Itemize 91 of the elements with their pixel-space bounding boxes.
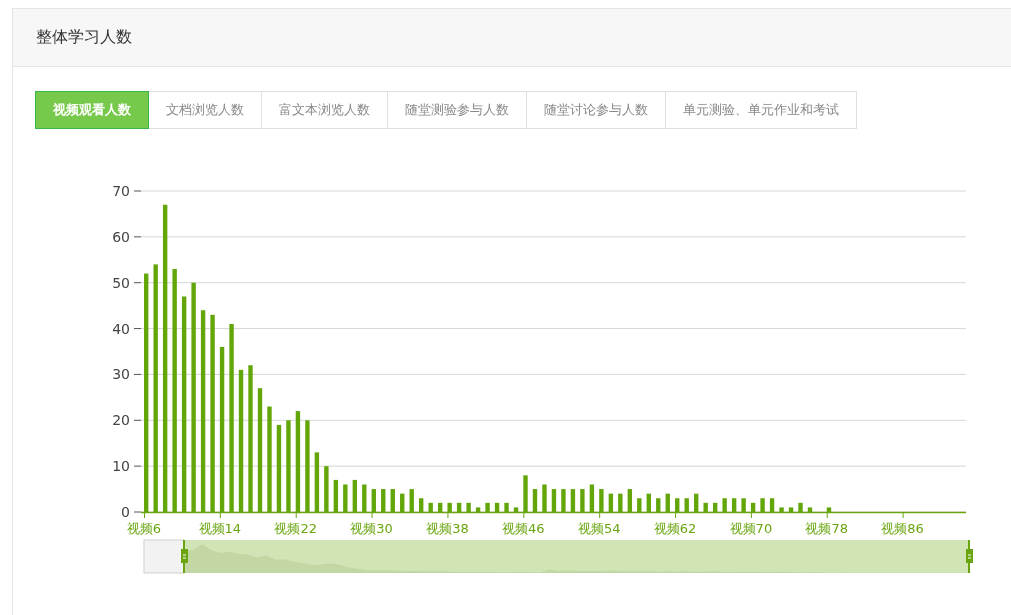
bar <box>513 507 519 512</box>
panel-title: 整体学习人数 <box>36 27 132 48</box>
bar <box>807 507 813 512</box>
bar <box>589 484 595 512</box>
bar <box>712 502 718 512</box>
y-axis-label: 40 <box>112 320 130 337</box>
bar <box>694 493 699 512</box>
tab[interactable]: 富文本浏览人数 <box>262 91 388 129</box>
tab[interactable]: 随堂讨论参与人数 <box>527 91 666 129</box>
bar <box>580 489 585 512</box>
bar <box>722 498 727 512</box>
bar <box>570 489 576 512</box>
x-axis-label: 视频22 <box>274 521 317 536</box>
x-axis-label: 视频6 <box>126 521 162 536</box>
y-tick <box>133 328 142 330</box>
bar <box>741 498 746 512</box>
bar <box>532 489 538 512</box>
bar <box>779 507 784 512</box>
tab[interactable]: 文档浏览人数 <box>149 91 262 129</box>
bar <box>343 484 348 512</box>
y-tick <box>133 465 142 467</box>
bar <box>494 502 500 512</box>
x-axis-label: 视频78 <box>805 521 849 536</box>
bar <box>352 479 357 512</box>
y-tick <box>133 373 142 375</box>
bar <box>447 502 452 512</box>
bar <box>504 502 509 512</box>
bar <box>324 466 329 512</box>
bar <box>665 493 670 512</box>
bar <box>400 493 405 512</box>
bar <box>750 502 756 512</box>
bar <box>608 493 614 512</box>
y-axis-label: 60 <box>112 228 130 245</box>
tab[interactable]: 视频观看人数 <box>35 91 149 129</box>
bar <box>731 498 737 512</box>
y-tick <box>133 190 142 192</box>
bar <box>314 452 320 512</box>
bar <box>542 484 547 512</box>
bar <box>485 502 490 512</box>
tab[interactable]: 随堂测验参与人数 <box>388 91 527 129</box>
bar <box>333 479 339 512</box>
x-axis-label: 视频30 <box>350 521 393 536</box>
x-axis-label: 视频38 <box>426 521 469 536</box>
bar <box>703 502 708 512</box>
x-axis-label: 视频54 <box>577 521 621 536</box>
zoom-handle[interactable] <box>181 539 188 574</box>
y-tick <box>133 511 142 513</box>
y-axis-label: 70 <box>112 183 130 199</box>
bar <box>788 507 794 512</box>
y-axis-label: 20 <box>112 412 130 429</box>
bar <box>409 489 414 512</box>
bar <box>456 502 462 512</box>
y-axis-label: 10 <box>112 458 130 475</box>
y-tick <box>133 236 142 238</box>
bar <box>362 484 367 512</box>
bar <box>551 489 557 512</box>
y-axis-label: 0 <box>121 504 130 520</box>
bar <box>769 498 775 512</box>
bar <box>599 489 604 512</box>
bar <box>826 507 832 512</box>
bar <box>760 498 765 512</box>
bar <box>618 493 623 512</box>
x-axis-label: 视频70 <box>729 521 773 536</box>
bar <box>419 498 424 512</box>
bar <box>475 507 481 512</box>
bar <box>646 493 651 512</box>
y-tick <box>133 282 142 284</box>
y-axis-label: 50 <box>112 274 130 291</box>
bar <box>437 502 443 512</box>
x-axis-label: 视频46 <box>502 521 545 536</box>
bar <box>561 489 566 512</box>
zoom-handle[interactable] <box>966 539 973 574</box>
x-axis-label: 视频14 <box>198 521 242 536</box>
bar <box>656 498 661 512</box>
zoom-slider-window[interactable] <box>184 540 969 573</box>
bar <box>381 489 386 512</box>
bar <box>675 498 680 512</box>
bar <box>523 475 528 512</box>
bar <box>466 502 471 512</box>
bar <box>798 502 803 512</box>
y-tick <box>133 419 142 421</box>
bar <box>627 489 632 512</box>
bar <box>428 502 433 512</box>
bar <box>371 489 376 512</box>
x-axis-label: 视频86 <box>881 521 924 536</box>
bar <box>637 498 642 512</box>
x-axis-label: 视频62 <box>653 521 697 536</box>
bar <box>390 489 395 512</box>
y-axis-label: 30 <box>112 366 130 383</box>
tab[interactable]: 单元测验、单元作业和考试 <box>666 91 857 129</box>
bar <box>684 498 689 512</box>
